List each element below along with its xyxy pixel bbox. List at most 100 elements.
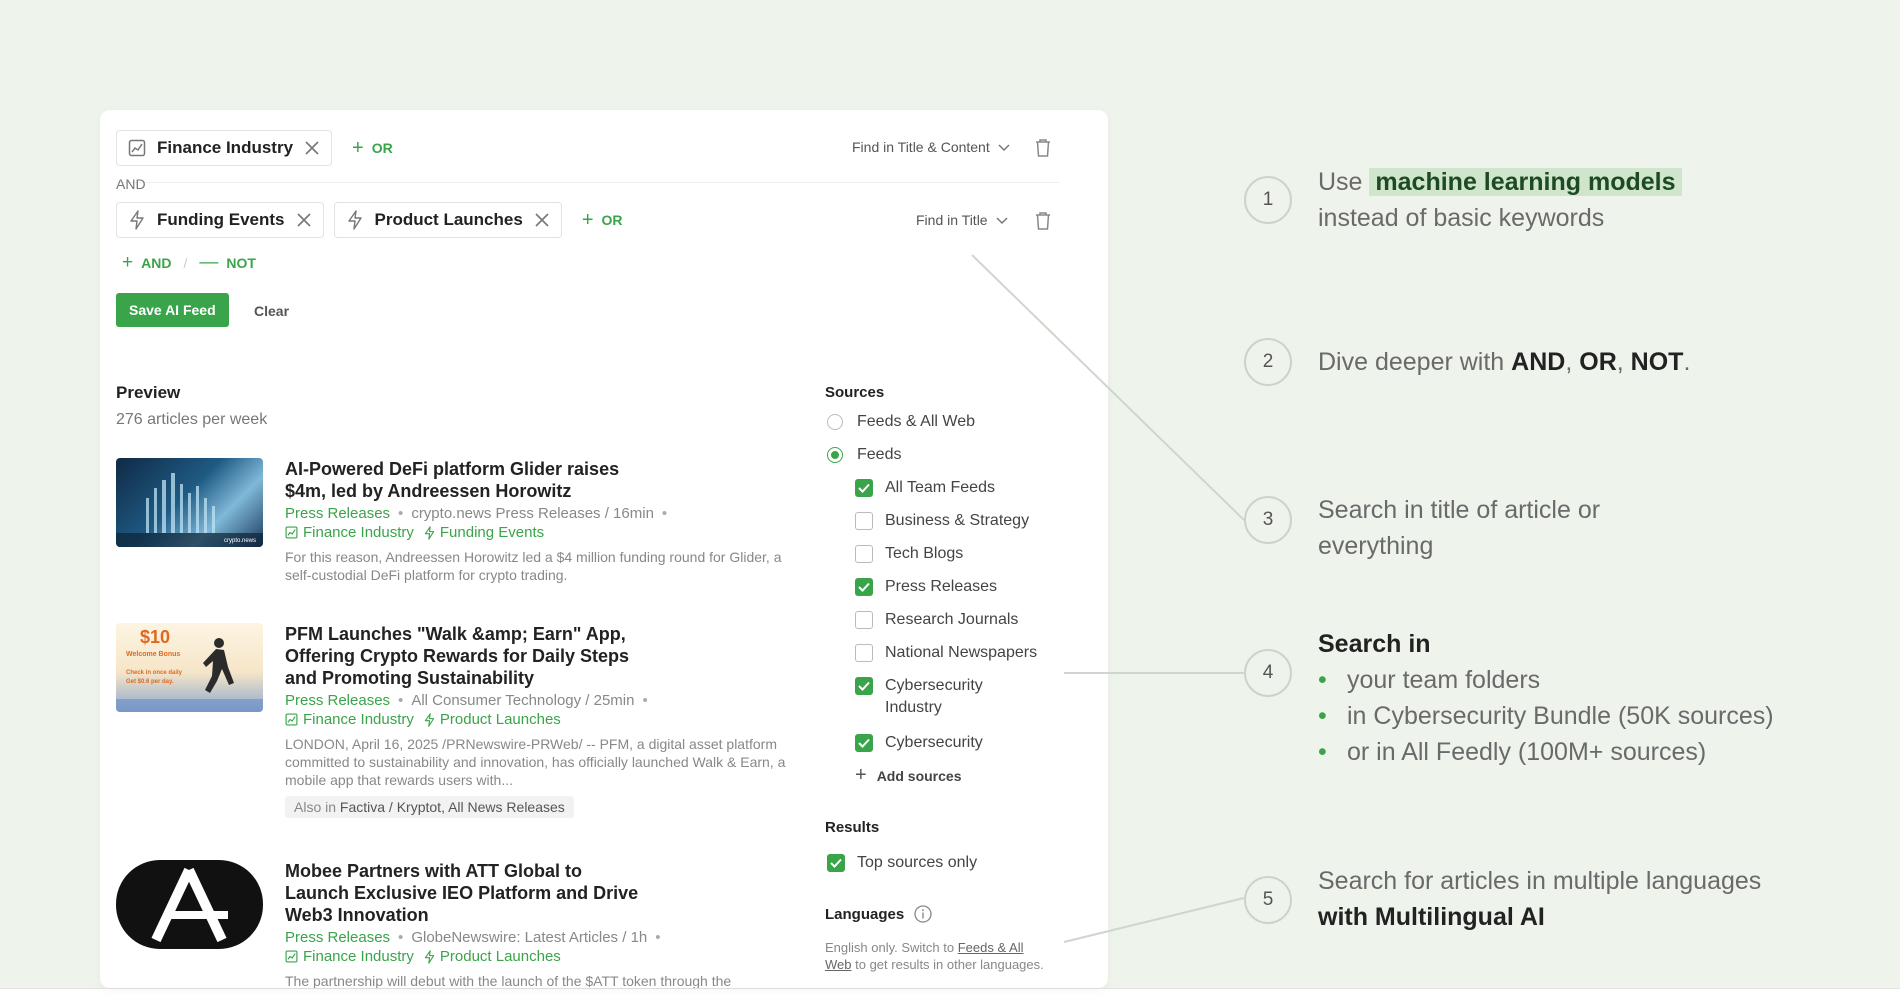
tag-finance-industry[interactable]: Finance Industry xyxy=(285,948,414,965)
step-badge-4: 4 xyxy=(1244,649,1292,697)
industry-icon xyxy=(285,950,298,963)
annotation-text: Dive deeper with xyxy=(1318,348,1505,376)
close-icon[interactable] xyxy=(303,139,321,157)
annotation-text: Search in title of article or xyxy=(1318,496,1601,524)
option-label: Feeds xyxy=(857,446,902,463)
radio-feeds[interactable]: Feeds xyxy=(827,446,901,464)
bullet-item: in Cybersecurity Bundle (50K sources) xyxy=(1318,698,1774,734)
article-source[interactable]: Press Releases xyxy=(285,505,390,522)
radio-feeds-all-web[interactable]: Feeds & All Web xyxy=(827,413,975,431)
tag-label: Funding Events xyxy=(439,524,545,541)
check-icon xyxy=(858,738,870,748)
or-label: OR xyxy=(371,140,393,156)
checkbox-unchecked[interactable] xyxy=(855,545,873,563)
industry-icon xyxy=(285,713,298,726)
checkbox-checked[interactable] xyxy=(855,734,873,752)
tag-label: Finance Industry xyxy=(303,711,414,728)
annotation-5: Search for articles in multiple language… xyxy=(1318,863,1761,935)
checkbox-checked[interactable] xyxy=(855,479,873,497)
checkbox-unchecked[interactable] xyxy=(855,644,873,662)
add-or-button[interactable]: + OR xyxy=(582,210,623,230)
dot-separator: • xyxy=(661,505,668,522)
add-or-button[interactable]: + OR xyxy=(352,138,393,158)
chevron-down-icon xyxy=(998,139,1010,155)
checkbox-checked[interactable] xyxy=(855,578,873,596)
chip-product-launches[interactable]: Product Launches xyxy=(333,202,562,238)
checkbox-unchecked[interactable] xyxy=(855,512,873,530)
tag-label: Finance Industry xyxy=(303,948,414,965)
thumb-watermark: crypto.news xyxy=(224,538,256,544)
tag-product-launches[interactable]: Product Launches xyxy=(424,948,561,965)
chip-label: Finance Industry xyxy=(157,138,294,157)
step-badge-3: 3 xyxy=(1244,496,1292,544)
tag-product-launches[interactable]: Product Launches xyxy=(424,711,561,728)
trash-icon[interactable] xyxy=(1034,138,1054,158)
step-badge-5: 5 xyxy=(1244,876,1292,924)
checkbox-checked[interactable] xyxy=(827,854,845,872)
checkbox-research-journals[interactable]: Research Journals xyxy=(855,611,1018,629)
checkbox-national-newspapers[interactable]: National Newspapers xyxy=(855,644,1037,662)
dot-separator: • xyxy=(642,692,648,709)
radio-off[interactable] xyxy=(827,414,843,430)
find-in-select-1[interactable]: Find in Title & Content xyxy=(852,139,1010,155)
trash-icon[interactable] xyxy=(1034,211,1054,231)
checkbox-press-releases[interactable]: Press Releases xyxy=(855,578,997,596)
option-label: Tech Blogs xyxy=(885,545,964,562)
industry-icon xyxy=(127,138,147,158)
option-label: National Newspapers xyxy=(885,644,1038,661)
checkbox-cybersecurity-industry[interactable]: Cybersecurity Industry xyxy=(855,675,985,719)
option-label: Business & Strategy xyxy=(885,512,1030,529)
lang-note-post: to get results in other languages. xyxy=(855,957,1044,972)
article-thumbnail: $10 Welcome Bonus Check in once daily Ge… xyxy=(116,623,263,712)
checkbox-unchecked[interactable] xyxy=(855,611,873,629)
also-prefix: Also in xyxy=(294,799,337,815)
also-in-badge[interactable]: Also in Factiva / Kryptot, All News Rele… xyxy=(285,796,574,818)
chip-finance-industry[interactable]: Finance Industry xyxy=(116,130,333,166)
annotation-1: Use machine learning models instead of b… xyxy=(1318,164,1682,236)
article-source[interactable]: Press Releases xyxy=(285,692,390,709)
tag-finance-industry[interactable]: Finance Industry xyxy=(285,524,414,541)
bolt-icon xyxy=(424,949,435,964)
checkbox-cybersecurity[interactable]: Cybersecurity xyxy=(855,734,983,752)
not-op-label: NOT xyxy=(226,255,256,271)
article-feed-time: All Consumer Technology / 25min xyxy=(411,692,635,709)
add-not-button[interactable]: — NOT xyxy=(199,252,256,274)
close-icon[interactable] xyxy=(295,211,313,229)
article-title[interactable]: AI-Powered DeFi platform Glider raises $… xyxy=(285,458,645,502)
chip-funding-events[interactable]: Funding Events xyxy=(116,202,324,238)
bolt-icon xyxy=(424,525,435,540)
checkbox-business-strategy[interactable]: Business & Strategy xyxy=(855,512,1029,530)
article-meta: Press Releases • GlobeNewswire: Latest Art… xyxy=(285,929,795,946)
chip-label: Product Launches xyxy=(374,210,523,229)
save-ai-feed-button[interactable]: Save AI Feed xyxy=(116,293,229,327)
checkbox-all-team-feeds[interactable]: All Team Feeds xyxy=(855,479,995,497)
info-icon[interactable] xyxy=(914,905,932,923)
checkbox-tech-blogs[interactable]: Tech Blogs xyxy=(855,545,963,563)
preview-count: 276 articles per week xyxy=(116,411,268,428)
checkbox-checked[interactable] xyxy=(855,677,873,695)
tag-funding-events[interactable]: Funding Events xyxy=(424,524,544,541)
find-label: Find in Title & Content xyxy=(852,139,990,155)
add-and-button[interactable]: + AND xyxy=(122,252,171,274)
article-source[interactable]: Press Releases xyxy=(285,929,390,946)
checkbox-top-sources-only[interactable]: Top sources only xyxy=(827,854,977,872)
divider xyxy=(116,182,1060,183)
tag-finance-industry[interactable]: Finance Industry xyxy=(285,711,414,728)
option-label: All Team Feeds xyxy=(885,479,995,496)
annotation-text: Search for articles in multiple language… xyxy=(1318,867,1762,895)
article-title[interactable]: Mobee Partners with ATT Global to Launch… xyxy=(285,860,645,926)
tag-label: Finance Industry xyxy=(303,524,414,541)
and-label: AND xyxy=(116,176,146,192)
close-icon[interactable] xyxy=(533,211,551,229)
annotation-text: . xyxy=(1683,348,1691,376)
clear-button[interactable]: Clear xyxy=(254,303,289,319)
radio-on[interactable] xyxy=(827,447,843,463)
article-title[interactable]: PFM Launches "Walk &amp; Earn" App, Offe… xyxy=(285,623,645,689)
find-in-select-2[interactable]: Find in Title xyxy=(916,212,1008,228)
dot-separator: • xyxy=(398,692,404,709)
add-sources-button[interactable]: + Add sources xyxy=(855,764,962,787)
plus-icon: + xyxy=(581,209,594,231)
annotation-highlight: machine learning models xyxy=(1369,168,1682,196)
step-badge-2: 2 xyxy=(1244,338,1292,386)
article-body: PFM Launches "Walk &amp; Earn" App, Offe… xyxy=(285,623,795,818)
